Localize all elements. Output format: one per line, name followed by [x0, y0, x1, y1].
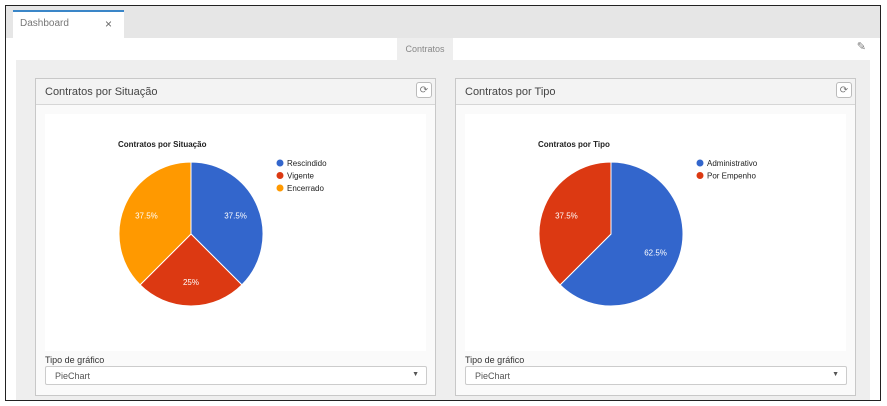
chart-area: Contratos por Situação 37.5% Rescindido 25%…	[45, 114, 426, 351]
legend-label[interactable]: Administrativo	[707, 159, 758, 168]
legend-marker	[696, 159, 704, 167]
slice-label: 37.5%	[555, 212, 578, 221]
tab-bar: Dashboard ×	[6, 6, 880, 38]
chart-type-select[interactable]: PieChart ▼	[465, 366, 847, 385]
legend-marker	[276, 172, 284, 179]
refresh-icon[interactable]: ⟳	[416, 82, 432, 98]
panel-header: Contratos por Situação ⟳	[36, 79, 435, 105]
close-icon[interactable]: ×	[105, 17, 112, 31]
panel-header: Contratos por Tipo ⟳	[456, 79, 855, 105]
legend-label[interactable]: Rescindido	[287, 159, 327, 168]
caret-down-icon: ▼	[832, 371, 839, 378]
select-value: PieChart	[475, 371, 511, 381]
legend-label[interactable]: Vigente	[287, 172, 315, 181]
legend-label[interactable]: Por Empenho	[707, 172, 756, 181]
legend-marker	[696, 172, 704, 179]
legend-label[interactable]: Encerrado	[287, 184, 324, 193]
panel-title: Contratos por Situação	[45, 86, 158, 98]
tab-label: Dashboard	[20, 18, 69, 29]
pencil-icon[interactable]: ✎	[857, 40, 866, 53]
panel-contratos-por-tipo: Contratos por Tipo ⟳ Contratos por Tipo 6…	[455, 78, 856, 396]
caret-down-icon: ▼	[412, 371, 419, 378]
panel-contratos-por-situacao: Contratos por Situação ⟳ Contratos por S…	[35, 78, 436, 396]
chart-type-select[interactable]: PieChart ▼	[45, 366, 427, 385]
dashboard-content: Contratos por Situação ⟳ Contratos por S…	[16, 60, 870, 400]
pie-chart-situacao: Contratos por Situação 37.5% Rescindido 25%…	[118, 140, 327, 307]
chart-type-label: Tipo de gráfico	[465, 355, 525, 365]
chart-title: Contratos por Tipo	[538, 140, 610, 149]
panel-title: Contratos por Tipo	[465, 86, 556, 98]
chart-type-label: Tipo de gráfico	[45, 355, 105, 365]
legend-marker	[276, 159, 284, 167]
slice-label: 62.5%	[644, 248, 667, 257]
tab-dashboard[interactable]: Dashboard ×	[13, 10, 124, 38]
pie-chart-tipo: Contratos por Tipo 62.5% Administrativo 37.…	[538, 140, 758, 307]
slice-label: 25%	[183, 278, 199, 287]
chart-title: Contratos por Situação	[118, 140, 207, 149]
legend-marker	[276, 184, 284, 192]
slice-label: 37.5%	[135, 212, 158, 221]
sub-tab-bar: Contratos ✎	[6, 38, 880, 60]
refresh-icon[interactable]: ⟳	[836, 82, 852, 98]
chart-area: Contratos por Tipo 62.5% Administrativo 37.…	[465, 114, 846, 351]
select-value: PieChart	[55, 371, 91, 381]
tab-contratos[interactable]: Contratos	[397, 38, 453, 60]
app-frame: Dashboard × Contratos ✎ Contratos por Si…	[5, 5, 881, 401]
slice-label: 37.5%	[224, 212, 247, 221]
